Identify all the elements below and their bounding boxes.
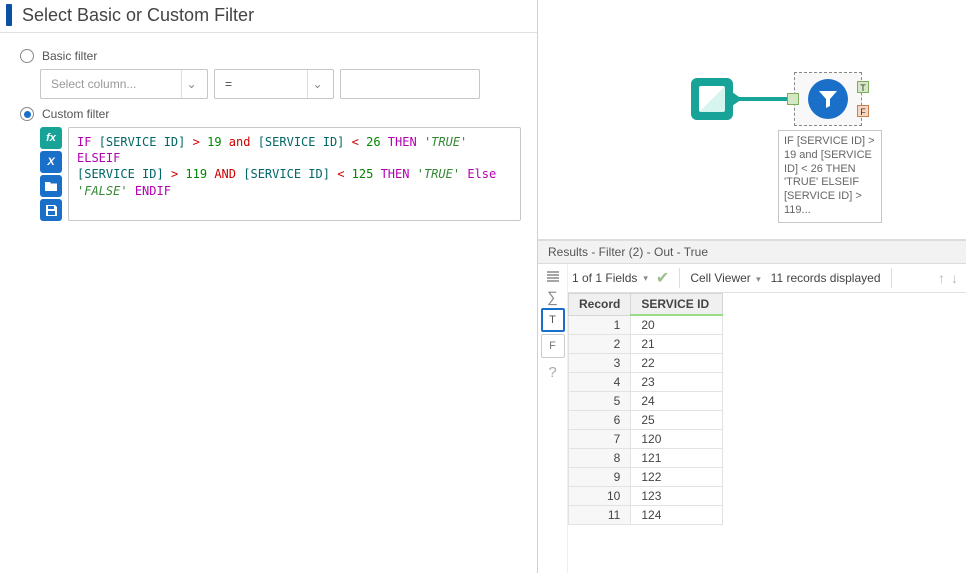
value-cell: 24 — [631, 392, 723, 411]
operator-dropdown[interactable]: = ⌄ — [214, 69, 334, 99]
table-row[interactable]: 9122 — [569, 468, 723, 487]
check-icon[interactable]: ✔ — [656, 268, 669, 288]
table-row[interactable]: 524 — [569, 392, 723, 411]
value-input[interactable] — [340, 69, 480, 99]
config-panel: Select Basic or Custom Filter Basic filt… — [0, 0, 538, 573]
service-id-header[interactable]: SERVICE ID — [631, 294, 723, 316]
column-dropdown[interactable]: Select column... ⌄ — [40, 69, 208, 99]
chevron-down-icon: ▾ — [643, 273, 648, 284]
filter-node-caption: IF [SERVICE ID] > 19 and [SERVICE ID] < … — [778, 130, 882, 223]
record-cell: 6 — [569, 411, 631, 430]
value-cell: 123 — [631, 487, 723, 506]
record-cell: 9 — [569, 468, 631, 487]
value-cell: 22 — [631, 354, 723, 373]
table-row[interactable]: 7120 — [569, 430, 723, 449]
custom-filter-label: Custom filter — [42, 107, 109, 121]
save-icon[interactable] — [40, 199, 62, 221]
cell-viewer-dropdown[interactable]: Cell Viewer — [690, 271, 750, 285]
separator — [679, 268, 680, 288]
true-anchor[interactable]: T — [857, 81, 869, 93]
radio-unchecked-icon — [20, 49, 34, 63]
record-cell: 1 — [569, 315, 631, 335]
chevron-down-icon: ⌄ — [307, 70, 327, 98]
results-toolbar: 1 of 1 Fields ▾ ✔ Cell Viewer ▾ 11 recor… — [568, 264, 966, 293]
fields-count[interactable]: 1 of 1 Fields — [572, 271, 637, 285]
input-tool-node[interactable] — [691, 78, 733, 120]
table-row[interactable]: 221 — [569, 335, 723, 354]
results-side-icons: ∑ T F ? — [538, 264, 568, 573]
false-anchor[interactable]: F — [857, 105, 869, 117]
table-row[interactable]: 625 — [569, 411, 723, 430]
sigma-icon[interactable]: ∑ — [543, 288, 563, 306]
chevron-down-icon: ⌄ — [181, 70, 201, 98]
record-cell: 8 — [569, 449, 631, 468]
value-cell: 21 — [631, 335, 723, 354]
value-cell: 122 — [631, 468, 723, 487]
fx-icon[interactable]: fx — [40, 127, 62, 149]
lines-icon[interactable] — [543, 268, 563, 286]
results-pane: Results - Filter (2) - Out - True ∑ T F … — [538, 240, 966, 573]
table-row[interactable]: 322 — [569, 354, 723, 373]
input-data-icon — [691, 78, 733, 120]
custom-filter-radio[interactable]: Custom filter — [20, 107, 521, 121]
workflow-canvas[interactable]: T F IF [SERVICE ID] > 19 and [SERVICE ID… — [538, 0, 966, 240]
arrow-up-icon[interactable]: ↑ — [938, 270, 945, 286]
operator-value: = — [225, 77, 232, 91]
record-cell: 10 — [569, 487, 631, 506]
false-output-button[interactable]: F — [541, 334, 565, 358]
value-cell: 23 — [631, 373, 723, 392]
expression-editor[interactable]: IF [SERVICE ID] > 19 and [SERVICE ID] < … — [68, 127, 521, 221]
expression-tool-icons: fx X — [40, 127, 62, 221]
chevron-down-icon: ▾ — [756, 274, 761, 284]
variable-icon[interactable]: X — [40, 151, 62, 173]
table-row[interactable]: 423 — [569, 373, 723, 392]
record-cell: 2 — [569, 335, 631, 354]
panel-header: Select Basic or Custom Filter — [0, 0, 537, 33]
table-row[interactable]: 120 — [569, 315, 723, 335]
value-cell: 25 — [631, 411, 723, 430]
record-cell: 11 — [569, 506, 631, 525]
value-cell: 121 — [631, 449, 723, 468]
results-header: Results - Filter (2) - Out - True — [538, 240, 966, 264]
basic-filter-controls: Select column... ⌄ = ⌄ — [40, 69, 521, 99]
help-button[interactable]: ? — [541, 360, 565, 384]
table-row[interactable]: 11124 — [569, 506, 723, 525]
panel-title: Select Basic or Custom Filter — [22, 5, 254, 26]
value-cell: 120 — [631, 430, 723, 449]
record-cell: 5 — [569, 392, 631, 411]
record-cell: 3 — [569, 354, 631, 373]
record-cell: 4 — [569, 373, 631, 392]
separator — [891, 268, 892, 288]
records-displayed: 11 records displayed — [771, 271, 881, 285]
basic-filter-label: Basic filter — [42, 49, 97, 63]
header-accent — [6, 4, 12, 26]
table-row[interactable]: 10123 — [569, 487, 723, 506]
column-placeholder: Select column... — [51, 77, 136, 91]
value-cell: 20 — [631, 315, 723, 335]
radio-checked-icon — [20, 107, 34, 121]
record-header[interactable]: Record — [569, 294, 631, 316]
results-grid: Record SERVICE ID 1202213224235246257120… — [568, 293, 723, 525]
value-cell: 124 — [631, 506, 723, 525]
true-output-button[interactable]: T — [541, 308, 565, 332]
basic-filter-radio[interactable]: Basic filter — [20, 49, 521, 63]
table-row[interactable]: 8121 — [569, 449, 723, 468]
filter-tool-node[interactable]: T F — [794, 72, 862, 126]
input-anchor[interactable] — [787, 93, 799, 105]
record-cell: 7 — [569, 430, 631, 449]
folder-icon[interactable] — [40, 175, 62, 197]
filter-icon — [808, 79, 848, 119]
arrow-down-icon[interactable]: ↓ — [951, 270, 958, 286]
